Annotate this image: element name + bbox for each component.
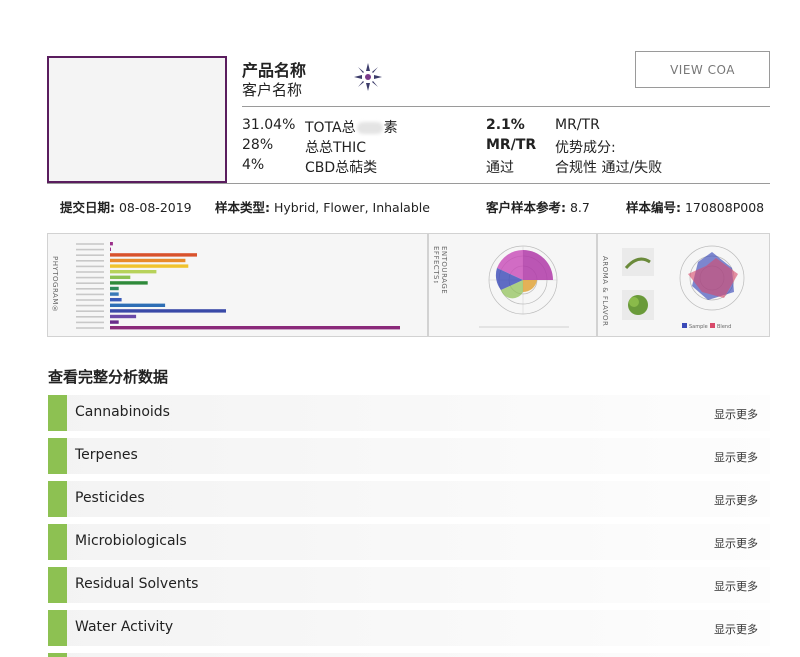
stat-compliance-value: 通过 <box>486 160 514 176</box>
accordion-row-pesticides[interactable]: Pesticides 显示更多 <box>48 481 770 517</box>
stat-dominant-label: 优势成分: <box>555 140 616 156</box>
divider <box>242 106 770 107</box>
aroma-flavor-panel[interactable]: AROMA & FLAVOR Sample Blend <box>597 233 770 337</box>
phytogram-panel[interactable]: PHYTOGRAM® <box>47 233 428 337</box>
row-label: Pesticides <box>75 490 145 506</box>
phytogram-bar <box>110 314 137 319</box>
phytogram-bar <box>110 253 197 257</box>
blurred-text <box>356 122 383 134</box>
phytogram-bar <box>110 320 119 324</box>
stat-thc-label: 总总THIC <box>305 140 366 156</box>
sample-type: 样本类型: Hybrid, Flower, Inhalable <box>215 200 430 215</box>
accordion-row-microbiologicals[interactable]: Microbiologicals 显示更多 <box>48 524 770 560</box>
stat-dominant-key: MR/TR <box>486 137 537 153</box>
aroma-radar-chart: Sample Blend <box>622 245 745 330</box>
phytogram-bar <box>110 303 166 307</box>
phytogram-row-label <box>76 316 104 318</box>
stat-ratio-label: MR/TR <box>555 117 600 133</box>
phytogram-row-label <box>76 265 104 268</box>
phytogram-row-label <box>76 293 104 296</box>
row-accent-bar <box>48 438 67 474</box>
phytogram-row-label <box>76 288 104 290</box>
show-more-link[interactable]: 显示更多 <box>714 449 758 465</box>
phytogram-chart <box>76 242 400 330</box>
phytogram-bar <box>110 270 157 274</box>
stat-compliance-label: 合规性 通过/失败 <box>555 160 663 176</box>
row-accent-bar <box>48 395 67 431</box>
stat-ratio-value: 2.1% <box>486 117 525 133</box>
divider <box>47 183 770 184</box>
phytogram-row-label <box>76 248 104 251</box>
row-accent-bar <box>48 567 67 603</box>
accordion-row-partial[interactable] <box>48 653 770 657</box>
accordion-row-water-activity[interactable]: Water Activity 显示更多 <box>48 610 770 646</box>
submit-date: 提交日期: 08-08-2019 <box>60 200 192 215</box>
phytogram-bar <box>110 298 122 302</box>
phytogram-row-label <box>76 327 104 329</box>
entourage-radar-chart <box>479 245 569 328</box>
phytogram-row-label <box>76 310 104 312</box>
phytogram-row-label <box>76 260 104 262</box>
show-more-link[interactable]: 显示更多 <box>714 406 758 422</box>
stat-cbd-value: 4% <box>242 157 265 173</box>
stat-cbd-label: CBD总萜类 <box>305 160 378 176</box>
phytogram-row-label <box>76 276 104 279</box>
phytogram-row-label <box>76 282 104 284</box>
phytogram-bar <box>110 292 119 296</box>
row-accent-bar <box>48 653 67 657</box>
phytogram-row-label <box>76 299 104 301</box>
legend-blend: Blend <box>717 324 731 330</box>
product-image <box>47 56 227 183</box>
phytogram-bar <box>110 281 148 285</box>
phytogram-bar <box>110 264 189 268</box>
view-coa-button[interactable]: VIEW COA <box>635 51 770 88</box>
phytogram-bar <box>110 258 186 263</box>
row-label: Water Activity <box>75 619 174 635</box>
client-sample-ref: 客户样本参考: 8.7 <box>486 200 590 215</box>
row-accent-bar <box>48 481 67 517</box>
accordion-row-cannabinoids[interactable]: Cannabinoids 显示更多 <box>48 395 770 431</box>
phytogram-bar <box>110 309 226 313</box>
accordion-row-terpenes[interactable]: Terpenes 显示更多 <box>48 438 770 474</box>
row-accent-bar <box>48 610 67 646</box>
phytogram-row-label <box>76 243 104 245</box>
legend-sample: Sample <box>689 324 708 330</box>
accordion-row-residual-solvents[interactable]: Residual Solvents 显示更多 <box>48 567 770 603</box>
show-more-link[interactable]: 显示更多 <box>714 621 758 637</box>
stat-total-label: TOTA总素 <box>305 120 398 136</box>
phytogram-bar <box>110 275 131 279</box>
row-label: Microbiologicals <box>75 533 187 549</box>
row-label: Cannabinoids <box>75 404 170 420</box>
row-label: Terpenes <box>75 447 138 463</box>
row-accent-bar <box>48 524 67 560</box>
row-label: Residual Solvents <box>75 576 199 592</box>
entourage-panel[interactable]: ENTOURAGE EFFECTS™ <box>428 233 597 337</box>
show-more-link[interactable]: 显示更多 <box>714 578 758 594</box>
section-title: 查看完整分析数据 <box>48 368 169 386</box>
brand-logo-icon <box>354 63 382 91</box>
phytogram-bar <box>110 286 119 291</box>
stat-thc-value: 28% <box>242 137 274 153</box>
phytogram-row-label <box>76 271 104 273</box>
stat-total-value: 31.04% <box>242 117 296 133</box>
phytogram-bar <box>110 242 113 246</box>
show-more-link[interactable]: 显示更多 <box>714 535 758 551</box>
sample-id: 样本编号: 170808P008 <box>626 200 765 215</box>
phytogram-row-label <box>76 321 104 324</box>
phytogram-row-label <box>76 304 104 307</box>
product-name: 产品名称 <box>242 61 307 80</box>
phytogram-bar <box>110 247 111 251</box>
phytogram-row-label <box>76 254 104 256</box>
phytogram-bar <box>110 326 400 330</box>
show-more-link[interactable]: 显示更多 <box>714 492 758 508</box>
customer-name: 客户名称 <box>242 81 303 99</box>
